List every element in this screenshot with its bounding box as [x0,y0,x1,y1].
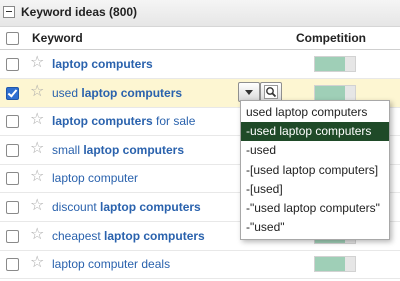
table-row: ☆ laptop computer deals [0,250,400,280]
dropdown-option[interactable]: -used laptop computers [241,122,389,142]
select-all-checkbox[interactable] [6,32,19,45]
keyword-text-part: laptop computer [52,171,139,186]
search-button[interactable] [260,81,282,102]
keyword-text-part: laptop computers [52,114,153,129]
star-icon[interactable]: ☆ [30,111,44,129]
dropdown-option[interactable]: -used [241,141,389,160]
panel-title: Keyword ideas (800) [21,5,138,19]
star-icon[interactable]: ☆ [30,83,44,101]
competition-bar-fill [315,257,345,272]
keyword-text-part: small [52,142,84,157]
table-header: Keyword Competition [0,27,400,50]
keyword-text-part: laptop computers [83,142,185,157]
row-checkbox[interactable] [6,229,19,243]
keyword-link[interactable]: discount laptop computers [52,200,201,214]
collapse-icon[interactable] [3,6,15,18]
keyword-link[interactable]: used laptop computers [52,86,182,100]
keyword-link[interactable]: laptop computers for sale [52,114,195,128]
keyword-text-part: laptop computer deals [52,257,171,272]
keyword-text-part: used [52,85,82,100]
keyword-text-part: cheapest [52,228,105,243]
triangle-down-icon [245,89,253,95]
keyword-link[interactable]: laptop computer [52,171,138,185]
dropdown-option[interactable]: -"used" [241,218,389,237]
star-icon[interactable]: ☆ [30,54,44,72]
keyword-text-part: laptop computers [100,200,201,214]
magnifier-icon [264,84,278,99]
row-checkbox[interactable] [6,143,19,157]
star-icon[interactable]: ☆ [30,197,44,215]
row-checkbox[interactable] [6,201,19,214]
dropdown-option[interactable]: used laptop computers [241,103,389,122]
star-icon[interactable]: ☆ [30,140,44,158]
competition-column-header[interactable]: Competition [296,31,366,45]
keyword-tools [238,81,282,102]
competition-bar-fill [315,57,345,71]
star-icon[interactable]: ☆ [30,168,44,186]
keyword-link[interactable]: laptop computer deals [52,257,170,271]
match-type-dropdown-button[interactable] [238,81,260,102]
keyword-link[interactable]: small laptop computers [52,143,184,157]
keyword-text-part: laptop computers [81,85,183,100]
row-checkbox[interactable] [6,258,19,272]
dropdown-option[interactable]: -[used] [241,180,389,199]
row-checkbox[interactable] [6,115,19,129]
keyword-match-dropdown: used laptop computers -used laptop comput… [240,100,390,240]
dropdown-option[interactable]: -"used laptop computers" [241,199,389,218]
keyword-text-part: laptop computers [52,57,153,71]
keyword-text-part: discount [52,200,101,214]
keyword-ideas-header: Keyword ideas (800) [0,0,400,27]
competition-bar [314,56,356,72]
star-icon[interactable]: ☆ [30,226,44,244]
dropdown-option[interactable]: -[used laptop computers] [241,161,389,180]
keyword-link[interactable]: cheapest laptop computers [52,229,205,243]
keyword-text-part: for sale [152,114,196,129]
competition-bar [314,84,356,101]
star-icon[interactable]: ☆ [30,254,44,272]
keyword-link[interactable]: laptop computers [52,57,153,71]
keyword-text-part: laptop computers [104,228,205,243]
row-checkbox[interactable] [6,172,19,186]
keyword-column-header[interactable]: Keyword [32,31,83,45]
competition-bar-fill [315,85,345,100]
row-checkbox[interactable] [6,86,19,100]
table-row: ☆ laptop computers [0,50,400,79]
row-checkbox[interactable] [6,58,19,71]
competition-bar [314,256,356,273]
